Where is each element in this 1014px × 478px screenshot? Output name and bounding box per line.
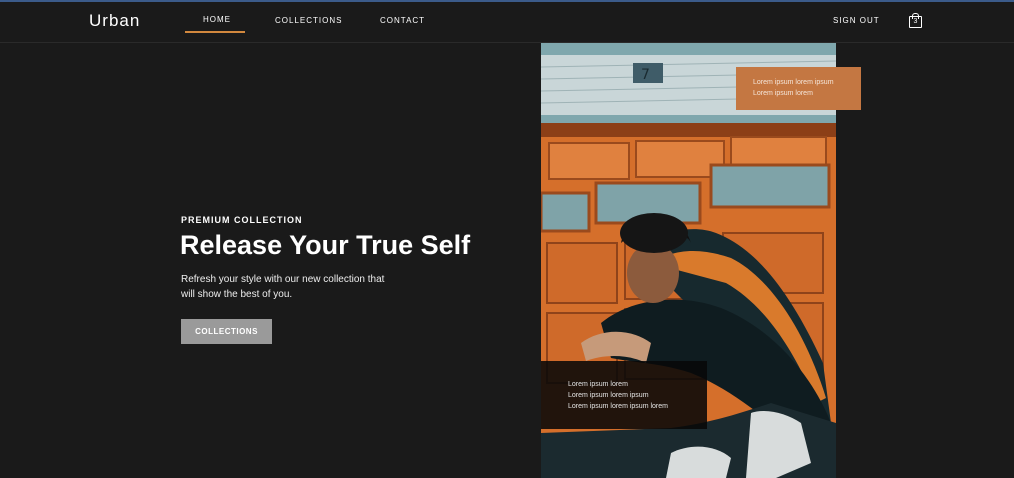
caption-bottom-line-1: Lorem ipsum lorem (568, 381, 628, 388)
hero-caption-bottom: Lorem ipsum lorem Lorem ipsum lorem ipsu… (541, 361, 707, 429)
hero-caption-top: Lorem ipsum lorem ipsum Lorem ipsum lore… (736, 67, 861, 110)
hero-eyebrow: PREMIUM COLLECTION (181, 215, 303, 225)
caption-bottom-line-3: Lorem ipsum lorem ipsum lorem (568, 403, 668, 410)
nav-collections-link[interactable]: COLLECTIONS (275, 16, 342, 25)
shopping-bag-icon[interactable]: 3 (909, 13, 922, 28)
brand-logo[interactable]: Urban (89, 11, 140, 31)
hero-subtext-line-2: will show the best of you. (181, 289, 293, 300)
collections-cta-button[interactable]: COLLECTIONS (181, 319, 272, 344)
hero-headline: Release Your True Self (180, 230, 471, 260)
sign-out-link[interactable]: SIGN OUT (833, 16, 880, 25)
caption-top-line-1: Lorem ipsum lorem ipsum (753, 79, 834, 86)
cart-count: 3 (913, 18, 918, 25)
hero-subtext: Refresh your style with our new collecti… (181, 272, 406, 302)
navbar: Urban HOME COLLECTIONS CONTACT SIGN OUT … (0, 2, 1014, 43)
nav-home-link[interactable]: HOME (203, 15, 231, 24)
active-nav-indicator (185, 31, 245, 33)
caption-bottom-line-2: Lorem ipsum lorem ipsum (568, 392, 649, 399)
caption-top-line-2: Lorem ipsum lorem (753, 90, 813, 97)
svg-text:7: 7 (641, 67, 650, 83)
nav-contact-link[interactable]: CONTACT (380, 16, 425, 25)
hero-subtext-line-1: Refresh your style with our new collecti… (181, 274, 385, 285)
